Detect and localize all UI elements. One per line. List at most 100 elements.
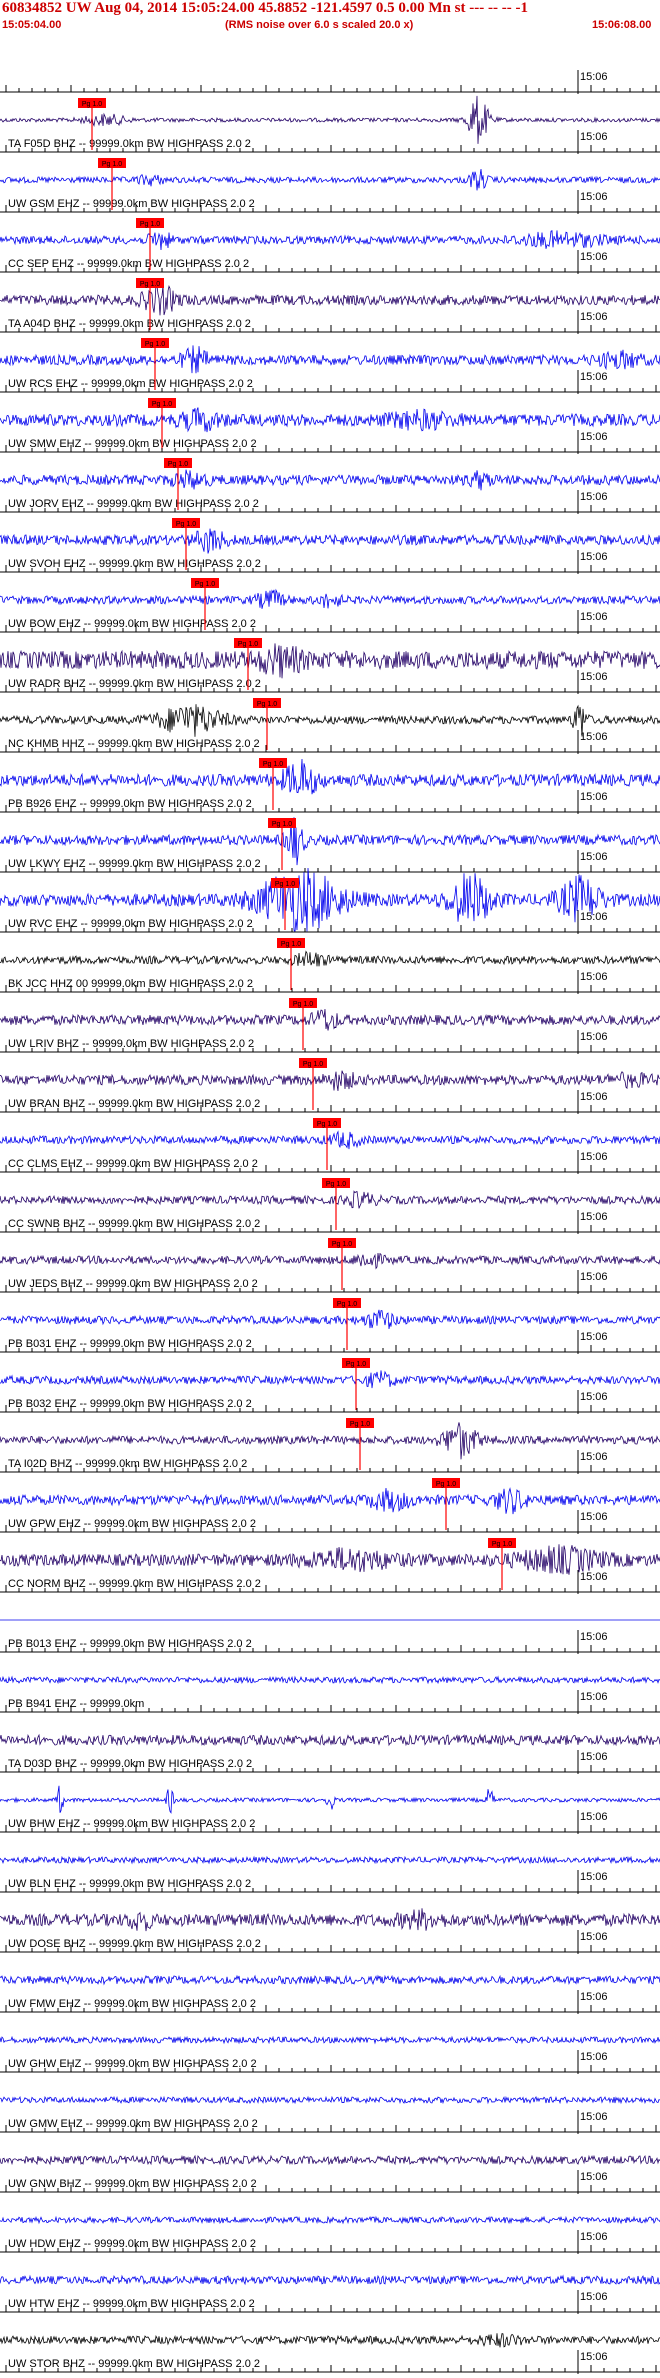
waveform	[0, 643, 660, 679]
phase-pick-label: Pg 1.0	[140, 281, 160, 288]
waveform	[0, 1252, 660, 1270]
minute-label: 15:06	[580, 2051, 608, 2063]
phase-pick-label: Pg 1.0	[257, 701, 277, 708]
minute-label: 15:06	[580, 791, 608, 803]
waveform	[0, 1974, 660, 1986]
waveform	[0, 1908, 660, 1932]
station-label: NC KHMB HHZ -- 99999.0km BW HIGHPASS 2.0…	[8, 738, 260, 750]
phase-pick-label: Pg 1.0	[152, 401, 172, 408]
waveform	[0, 283, 660, 316]
minute-label: 15:06	[580, 1691, 608, 1703]
minute-label: 15:06	[580, 2231, 608, 2243]
minute-label: 15:06	[580, 731, 608, 743]
station-label: UW STOR BHZ -- 99999.0km BW HIGHPASS 2.0…	[8, 2358, 260, 2370]
minute-label: 15:06	[580, 1271, 608, 1283]
waveform	[0, 528, 660, 554]
minute-label: 15:06	[580, 1151, 608, 1163]
waveform	[0, 230, 660, 251]
phase-pick-label: Pg 1.0	[145, 341, 165, 348]
minute-label: 15:06	[580, 551, 608, 563]
waveform	[0, 1130, 660, 1150]
waveform	[0, 588, 660, 609]
trace-row: 15:06TA F05D BHZ -- 99999.0km BW HIGHPAS…	[0, 70, 660, 150]
phase-pick-label: Pg 1.0	[102, 161, 122, 168]
rms-note: (RMS noise over 6.0 s scaled 20.0 x)	[225, 19, 414, 31]
minute-label: 15:06	[580, 431, 608, 443]
minute-label: 15:06	[580, 1331, 608, 1343]
station-label: CC SEP EHZ -- 99999.0km BW HIGHPASS 2.0 …	[8, 258, 249, 270]
minute-label: 15:06	[580, 611, 608, 623]
minute-label: 15:06	[580, 971, 608, 983]
waveform	[0, 2274, 660, 2286]
phase-pick-label: Pg 1.0	[436, 1481, 456, 1488]
minute-label: 15:06	[580, 851, 608, 863]
minute-label: 15:06	[580, 191, 608, 203]
waveform	[0, 1544, 660, 1575]
waveform	[0, 1422, 660, 1460]
waveform	[0, 1675, 660, 1685]
waveform	[0, 1487, 660, 1515]
minute-label: 15:06	[580, 1031, 608, 1043]
waveform	[0, 758, 660, 795]
waveform	[0, 1785, 660, 1814]
phase-pick-label: Pg 1.0	[238, 641, 258, 648]
station-label: UW LKWY EHZ -- 99999.0km BW HIGHPASS 2.0…	[8, 858, 261, 870]
station-label: UW BLN EHZ -- 99999.0km BW HIGHPASS 2.0 …	[8, 1878, 251, 1890]
phase-pick-label: Pg 1.0	[275, 881, 295, 888]
minute-label: 15:06	[580, 1931, 608, 1943]
phase-pick-label: Pg 1.0	[195, 581, 215, 588]
waveform	[0, 345, 660, 374]
waveform	[0, 2095, 660, 2105]
minute-label: 15:06	[580, 131, 608, 143]
minute-label: 15:06	[580, 71, 608, 83]
minute-label: 15:06	[580, 1751, 608, 1763]
phase-pick-label: Pg 1.0	[82, 101, 102, 108]
phase-pick-label: Pg 1.0	[140, 221, 160, 228]
waveform	[0, 407, 660, 433]
phase-pick-label: Pg 1.0	[332, 1241, 352, 1248]
start-time: 15:05:04.00	[2, 19, 62, 31]
station-label: UW SVOH EHZ -- 99999.0km BW HIGHPASS 2.0…	[8, 558, 261, 570]
minute-label: 15:06	[580, 1991, 608, 2003]
waveform	[0, 2215, 660, 2225]
minute-label: 15:06	[580, 2171, 608, 2183]
waveform	[0, 1309, 660, 1330]
station-label: UW RADR BHZ -- 99999.0km BW HIGHPASS 2.0…	[8, 678, 261, 690]
minute-label: 15:06	[580, 1451, 608, 1463]
waveform	[0, 950, 660, 967]
phase-pick-label: Pg 1.0	[263, 761, 283, 768]
phase-pick-label: Pg 1.0	[346, 1361, 366, 1368]
waveform	[0, 168, 660, 191]
minute-label: 15:06	[580, 2111, 608, 2123]
waveform	[0, 1070, 660, 1091]
station-label: UW DOSE BHZ -- 99999.0km BW HIGHPASS 2.0…	[8, 1938, 261, 1950]
waveform	[0, 1733, 660, 1747]
phase-pick-label: Pg 1.0	[337, 1301, 357, 1308]
station-label: UW BRAN BHZ -- 99999.0km BW HIGHPASS 2.0…	[8, 1098, 260, 1110]
waveform	[0, 1009, 660, 1031]
minute-label: 15:06	[580, 1631, 608, 1643]
waveform	[0, 2333, 660, 2348]
event-title: 60834852 UW Aug 04, 2014 15:05:24.00 45.…	[2, 0, 528, 16]
plot-header: 60834852 UW Aug 04, 2014 15:05:24.00 45.…	[0, 0, 660, 32]
minute-label: 15:06	[580, 671, 608, 683]
minute-label: 15:06	[580, 1871, 608, 1883]
station-label: CC SWNB BHZ -- 99999.0km BW HIGHPASS 2.0…	[8, 1218, 260, 1230]
station-label: UW JORV EHZ -- 99999.0km BW HIGHPASS 2.0…	[8, 498, 259, 510]
phase-pick-label: Pg 1.0	[168, 461, 188, 468]
phase-pick-label: Pg 1.0	[326, 1181, 346, 1188]
minute-label: 15:06	[580, 2291, 608, 2303]
minute-label: 15:06	[580, 1571, 608, 1583]
minute-label: 15:06	[580, 1391, 608, 1403]
phase-pick-label: Pg 1.0	[272, 821, 292, 828]
waveform	[0, 1855, 660, 1865]
minute-label: 15:06	[580, 2351, 608, 2363]
seismogram-panel: 15:06TA F05D BHZ -- 99999.0km BW HIGHPAS…	[0, 70, 660, 2374]
waveform	[0, 2154, 660, 2166]
waveform	[0, 2035, 660, 2045]
minute-label: 15:06	[580, 911, 608, 923]
minute-label: 15:06	[580, 1511, 608, 1523]
minute-label: 15:06	[580, 251, 608, 263]
phase-pick-label: Pg 1.0	[176, 521, 196, 528]
end-time: 15:06:08.00	[592, 19, 652, 31]
